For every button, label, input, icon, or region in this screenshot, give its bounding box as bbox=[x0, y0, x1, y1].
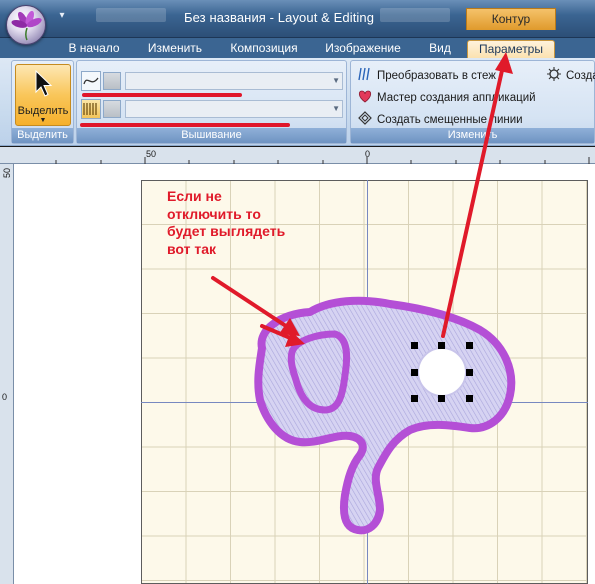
red-highlight-line bbox=[82, 93, 242, 97]
tab-home[interactable]: В начало bbox=[62, 40, 126, 58]
fill-color-icon[interactable] bbox=[103, 100, 121, 118]
convert-to-stitch-command[interactable]: Преобразовать в стеж bbox=[357, 67, 496, 85]
modify-group: Преобразовать в стеж Мастер создания апп… bbox=[350, 60, 595, 144]
create-offset-lines-command[interactable]: Создать смещенные линии bbox=[357, 111, 523, 129]
title-bar: ▾ Без названия - Layout & Editing Контур bbox=[0, 0, 595, 38]
outline-stitch-icon[interactable] bbox=[81, 71, 101, 91]
select-group: Выделить ▼ Выделить bbox=[11, 60, 74, 144]
vertical-axis-line bbox=[367, 180, 368, 584]
flower-logo-icon bbox=[11, 10, 42, 41]
outline-type-select[interactable]: ▼ bbox=[125, 72, 343, 90]
create-command[interactable]: Создат bbox=[546, 67, 595, 85]
quick-access-dropdown-icon[interactable]: ▾ bbox=[54, 10, 70, 24]
tab-composition[interactable]: Композиция bbox=[224, 40, 304, 58]
gear-star-icon bbox=[547, 67, 561, 81]
blurred-region bbox=[96, 8, 166, 22]
fill-type-row: ▼ bbox=[81, 99, 343, 119]
tab-view[interactable]: Вид bbox=[422, 40, 458, 58]
vertical-ruler: 50 0 bbox=[0, 164, 14, 584]
select-button-label: Выделить bbox=[17, 105, 69, 117]
tab-parameters[interactable]: Параметры bbox=[467, 40, 555, 58]
applique-wizard-command[interactable]: Мастер создания аппликаций bbox=[357, 89, 536, 107]
annotation-text: Если не отключить то будет выглядеть вот… bbox=[167, 188, 286, 257]
convert-stitch-icon bbox=[358, 67, 370, 81]
tab-image[interactable]: Изображение bbox=[320, 40, 406, 58]
red-highlight-line bbox=[80, 123, 290, 127]
applique-wizard-icon bbox=[358, 90, 372, 103]
select-button[interactable]: Выделить ▼ bbox=[15, 64, 71, 126]
ruler-label: 50 bbox=[2, 168, 12, 179]
horizontal-ruler: 50 0 bbox=[0, 147, 595, 164]
outline-type-row: ▼ bbox=[81, 71, 343, 91]
ribbon: Выделить ▼ Выделить ▼ ▼ Вышивание Преобр… bbox=[0, 58, 595, 146]
embroidery-group-label: Вышивание bbox=[77, 128, 346, 143]
tab-edit[interactable]: Изменить bbox=[142, 40, 208, 58]
blurred-region bbox=[380, 8, 450, 22]
modify-group-label: Изменить bbox=[351, 128, 594, 143]
chevron-down-icon: ▼ bbox=[39, 117, 47, 124]
fill-type-select[interactable]: ▼ bbox=[125, 100, 343, 118]
fill-stitch-icon[interactable] bbox=[81, 99, 101, 119]
embroidery-group: ▼ ▼ Вышивание bbox=[76, 60, 347, 144]
outline-color-icon[interactable] bbox=[103, 72, 121, 90]
window-title: Без названия - Layout & Editing bbox=[184, 10, 375, 25]
chevron-down-icon: ▼ bbox=[332, 104, 340, 113]
ruler-ticks bbox=[55, 157, 590, 164]
ruler-label: 0 bbox=[2, 392, 8, 402]
ribbon-tab-row: В начало Изменить Композиция Изображение… bbox=[0, 38, 595, 58]
application-menu-button[interactable] bbox=[6, 5, 46, 45]
select-group-label: Выделить bbox=[12, 128, 73, 143]
offset-lines-icon bbox=[358, 111, 372, 125]
context-tab-title: Контур bbox=[466, 8, 556, 30]
chevron-down-icon: ▼ bbox=[332, 76, 340, 85]
arrow-cursor-icon bbox=[35, 70, 53, 97]
horizontal-axis-line bbox=[141, 402, 588, 403]
